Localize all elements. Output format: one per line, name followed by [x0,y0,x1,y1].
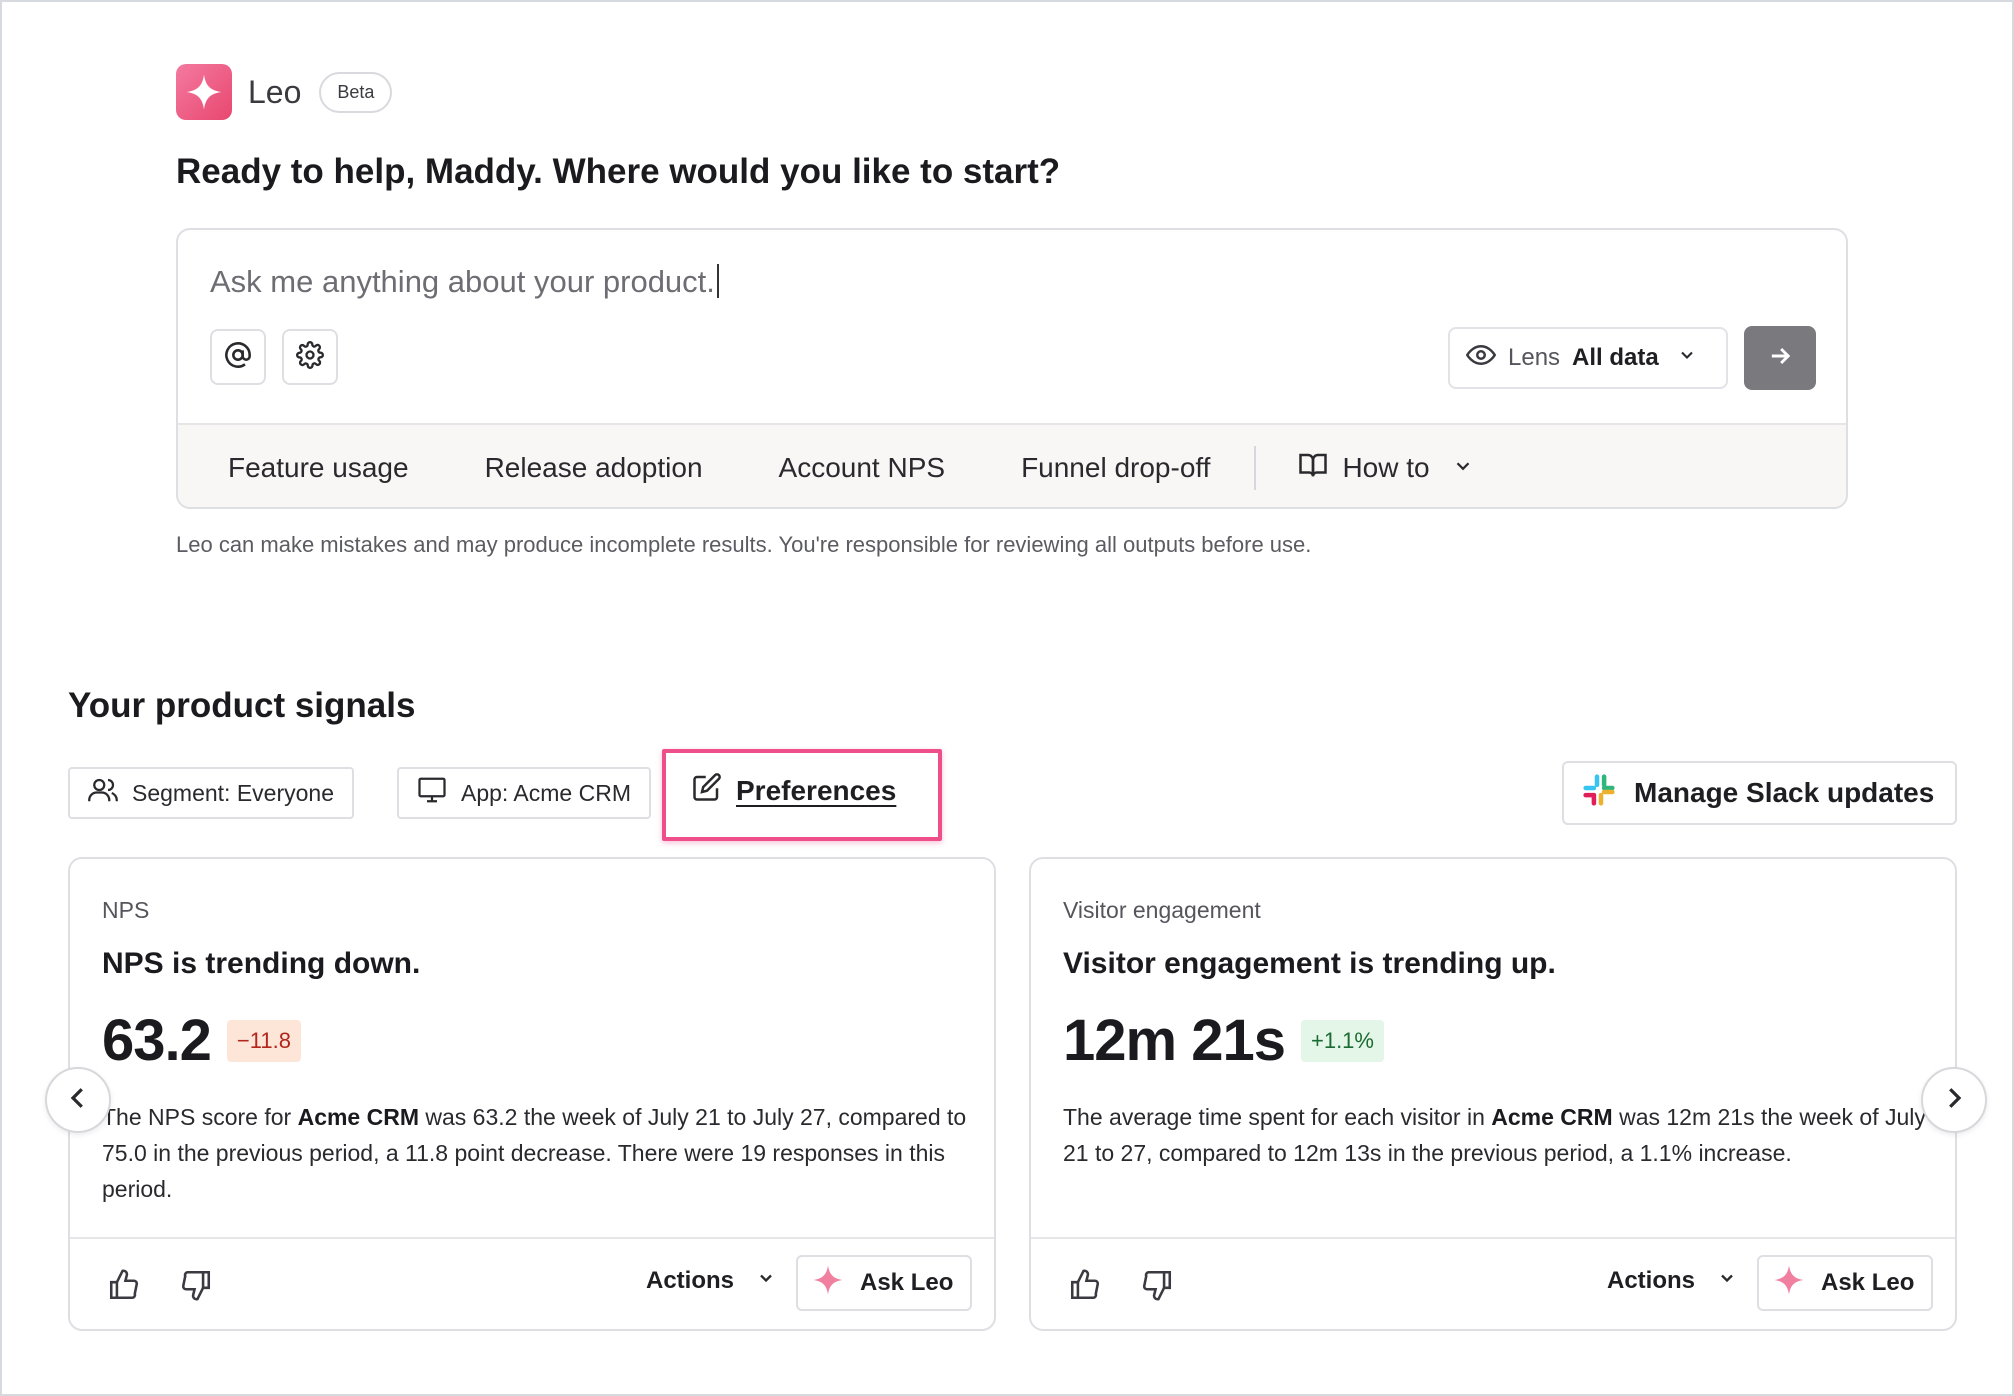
chevron-down-icon [1452,452,1474,484]
actions-label: Actions [646,1267,735,1294]
desc-text: The NPS score for [102,1104,298,1130]
arrow-right-icon [1766,342,1794,375]
brand-name: Leo [248,73,302,110]
metric-value: 12m 21s [1063,1008,1286,1073]
book-icon [1298,450,1328,487]
sparkle-icon [176,64,232,120]
actions-label: Actions [1607,1267,1696,1294]
signal-card-visitor-engagement: Visitor engagement Visitor engagement is… [1029,857,1957,1331]
send-button[interactable] [1744,326,1816,390]
slack-icon [1582,773,1616,814]
desc-text: The average time spent for each visitor … [1063,1104,1492,1130]
sparkle-icon [812,1264,844,1303]
gear-icon [296,340,324,374]
ask-leo-label: Ask Leo [1821,1269,1915,1296]
manage-slack-button[interactable]: Manage Slack updates [1562,761,1957,825]
carousel-next-button[interactable] [1921,1067,1987,1133]
actions-dropdown[interactable]: Actions [1607,1267,1737,1295]
metric-value: 63.2 [102,1008,212,1073]
ask-leo-button[interactable]: Ask Leo [796,1255,972,1311]
actions-dropdown[interactable]: Actions [646,1267,776,1295]
signals-title: Your product signals [68,686,416,725]
suggestion-feature-usage[interactable]: Feature usage [228,452,409,484]
lens-dropdown[interactable]: Lens All data [1448,327,1728,389]
preferences-label: Preferences [736,774,897,806]
settings-button[interactable] [282,329,338,385]
prompt-box: Ask me anything about your product. Lens… [176,228,1848,509]
card-footer: Actions Ask Leo [1031,1237,1955,1329]
card-footer: Actions Ask Leo [70,1237,994,1329]
greeting-heading: Ready to help, Maddy. Where would you li… [176,152,1061,191]
beta-badge: Beta [319,71,393,113]
users-icon [88,775,118,811]
card-description: The average time spent for each visitor … [1063,1099,1933,1171]
ask-leo-button[interactable]: Ask Leo [1757,1255,1933,1311]
monitor-icon [417,775,447,811]
sparkle-icon [1773,1264,1805,1303]
card-headline: NPS is trending down. [102,947,421,980]
eye-icon [1465,340,1497,377]
thumbs-down-icon[interactable] [1137,1265,1177,1305]
suggestion-account-nps[interactable]: Account NPS [779,452,946,484]
chevron-down-icon [756,1267,776,1295]
desc-app-name: Acme CRM [297,1104,419,1130]
thumbs-up-icon[interactable] [1065,1265,1105,1305]
chevron-right-icon [1939,1083,1969,1118]
thumbs-up-icon[interactable] [104,1265,144,1305]
chevron-left-icon [63,1083,93,1118]
card-headline: Visitor engagement is trending up. [1063,947,1556,980]
card-metric: 63.2 −11.8 [102,1007,301,1074]
disclaimer-text: Leo can make mistakes and may produce in… [176,532,1312,557]
segment-filter-label: Segment: Everyone [132,779,335,806]
suggestion-bar: Feature usage Release adoption Account N… [178,423,1846,507]
carousel-prev-button[interactable] [45,1067,111,1133]
signal-card-nps: NPS NPS is trending down. 63.2 −11.8 The… [68,857,996,1331]
change-badge: +1.1% [1300,1019,1384,1062]
desc-app-name: Acme CRM [1491,1104,1613,1130]
edit-icon [692,772,722,809]
card-description: The NPS score for Acme CRM was 63.2 the … [102,1099,972,1207]
app-filter-label: App: Acme CRM [461,779,631,806]
preferences-button[interactable]: Preferences [692,772,896,809]
prompt-input[interactable]: Ask me anything about your product. [210,264,719,300]
how-to-label: How to [1342,452,1430,483]
app-filter[interactable]: App: Acme CRM [397,767,651,819]
card-category: Visitor engagement [1063,897,1261,923]
text-caret [716,264,719,298]
ask-leo-label: Ask Leo [860,1269,954,1296]
suggestion-funnel-drop-off[interactable]: Funnel drop-off [1021,452,1210,484]
lens-value: All data [1572,344,1659,371]
divider [1254,446,1257,490]
prompt-placeholder: Ask me anything about your product. [210,264,715,299]
mention-button[interactable] [210,329,266,385]
chevron-down-icon [1677,344,1697,372]
at-icon [224,341,252,374]
card-metric: 12m 21s +1.1% [1063,1007,1384,1074]
suggestion-release-adoption[interactable]: Release adoption [485,452,703,484]
card-category: NPS [102,897,150,923]
thumbs-down-icon[interactable] [176,1265,216,1305]
brand-header: Leo Beta [176,64,393,120]
how-to-dropdown[interactable]: How to [1298,450,1473,487]
manage-slack-label: Manage Slack updates [1634,777,1935,808]
chevron-down-icon [1717,1267,1737,1295]
segment-filter[interactable]: Segment: Everyone [68,767,355,819]
change-badge: −11.8 [226,1019,301,1062]
lens-label: Lens [1508,344,1561,371]
